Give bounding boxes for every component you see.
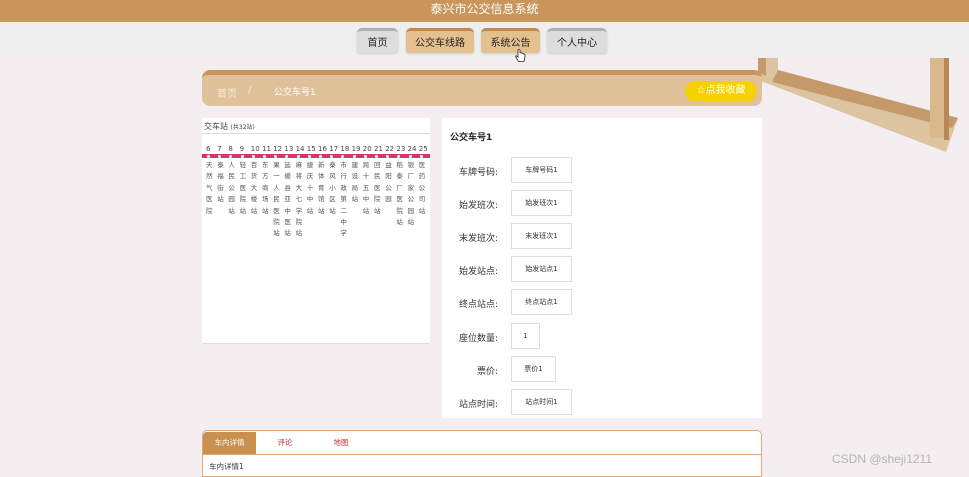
tab-map[interactable]: 地图 xyxy=(320,432,362,454)
route-line xyxy=(202,154,430,158)
stop-number: 24 xyxy=(407,145,417,153)
stop-name[interactable]: 捷庆十中站 xyxy=(307,160,314,217)
stop-name[interactable]: 延缓县亚中医站 xyxy=(284,160,291,240)
stop-number: 19 xyxy=(351,145,361,153)
field-value-box: 票价1 xyxy=(511,355,556,382)
stop-number: 8 xyxy=(228,145,233,153)
field-value-box: 终点站点1 xyxy=(511,289,572,316)
stop-name[interactable]: 益阳公园 xyxy=(385,160,392,206)
field-value-box: 末发班次1 xyxy=(511,223,572,250)
breadcrumb-current: 公交车号1 xyxy=(274,88,316,98)
stop-name[interactable]: 东方商场站 xyxy=(262,160,269,217)
stop-name[interactable]: 回民医院站 xyxy=(374,160,381,217)
stop-name[interactable]: 秦风小区站 xyxy=(329,160,336,217)
tab-content-text: 车内详情1 xyxy=(209,462,244,471)
watermark: CSDN @sheji1211 xyxy=(832,452,933,466)
stop-dot xyxy=(251,155,255,158)
stop-name[interactable]: 银厂家公园站 xyxy=(408,160,415,228)
stop-number: 20 xyxy=(362,145,372,153)
breadcrumb-home-link[interactable]: 首页 xyxy=(217,85,237,100)
stop-number: 18 xyxy=(340,145,350,153)
hand-cursor-icon xyxy=(515,49,526,62)
stop-dot xyxy=(240,155,244,158)
stop-number: 6 xyxy=(206,145,211,153)
stop-number: 9 xyxy=(239,145,245,153)
field-label: 票价: xyxy=(476,366,498,377)
stop-dot xyxy=(263,155,266,158)
stop-dot xyxy=(352,155,356,158)
stop-name[interactable]: 建设局站 xyxy=(352,160,359,206)
nav-personal-center-button[interactable]: 个人中心 xyxy=(547,28,607,53)
stop-number: 12 xyxy=(273,145,283,153)
stop-dot xyxy=(307,155,311,158)
stop-name[interactable]: 人民公园站 xyxy=(228,160,235,217)
stop-name[interactable]: 天然气医院 xyxy=(206,160,213,217)
field-value-box: 1 xyxy=(511,322,540,349)
stop-number: 25 xyxy=(418,145,428,153)
app-title-bar: 泰兴市公交信息系统 xyxy=(0,0,969,22)
stop-dot xyxy=(319,155,322,158)
field-label: 始发班次: xyxy=(458,201,498,212)
field-value-box: 车牌号码1 xyxy=(511,157,572,183)
stop-number: 13 xyxy=(284,145,294,153)
stop-dot xyxy=(408,155,412,158)
favorite-button[interactable]: ☆点我收藏 xyxy=(685,81,757,101)
decorative-shelf-image xyxy=(758,58,958,152)
stop-name[interactable]: 新体育馆站 xyxy=(318,160,325,217)
divider xyxy=(203,454,761,455)
field-label: 站点时间: xyxy=(458,399,498,410)
stop-name[interactable]: 稻泰厂医院站 xyxy=(396,160,403,228)
stop-number: 16 xyxy=(318,145,327,153)
field-label: 车牌号码: xyxy=(458,168,498,178)
detail-tabs-panel: 车内详情 评论 地图 车内详情1 xyxy=(202,430,762,477)
divider xyxy=(202,133,430,134)
stop-number: 7 xyxy=(217,145,222,153)
route-stop-count: (共32站) xyxy=(230,124,255,131)
breadcrumb-separator: / xyxy=(248,85,252,96)
stop-name[interactable]: 轻工医院站 xyxy=(240,160,247,217)
breadcrumb: 首页 / 公交车号1 ☆点我收藏 xyxy=(202,70,762,106)
tab-comments[interactable]: 评论 xyxy=(263,432,307,454)
stop-name[interactable]: 泰福街站 xyxy=(217,160,224,206)
stop-name[interactable]: 市行政第二中学 xyxy=(340,160,347,240)
stop-dot xyxy=(419,155,423,158)
nav-home-button[interactable]: 首页 xyxy=(357,28,398,53)
route-panel-title: 交车站 (共32站) xyxy=(204,121,255,132)
main-nav: 首页 公交车线路 系统公告 个人中心 xyxy=(0,22,969,58)
field-label: 座位数量: xyxy=(458,333,498,344)
stop-number: 22 xyxy=(385,145,395,153)
route-title-text: 交车站 xyxy=(204,122,228,131)
stop-name[interactable]: 果一人民医院站 xyxy=(273,160,280,240)
stop-number: 15 xyxy=(306,145,316,153)
stop-name[interactable]: 百货大楼站 xyxy=(251,160,258,217)
stop-number: 10 xyxy=(250,145,260,153)
stop-dot xyxy=(207,155,210,158)
stop-number: 17 xyxy=(329,145,339,153)
stop-name[interactable]: 医药公司站 xyxy=(419,160,426,217)
detail-title: 公交车号1 xyxy=(450,133,493,143)
stop-dot xyxy=(363,155,367,158)
route-stops-panel: 交车站 (共32站) 6 天然气医院 7 泰福街站 8 人民公园站 9 轻工医院站 10 百货大楼… xyxy=(202,118,430,344)
field-label: 末发班次: xyxy=(458,234,498,245)
stop-number: 11 xyxy=(262,145,271,153)
bus-detail-panel: 公交车号1 车牌号码: 车牌号码1 始发班次: 始发班次1 末发班次: 末发班次1 始发站点… xyxy=(442,118,762,418)
field-label: 终点站点: xyxy=(458,300,498,311)
stop-number: 21 xyxy=(374,145,383,153)
field-value-box: 站点时间1 xyxy=(511,388,572,415)
nav-bus-routes-button[interactable]: 公交车线路 xyxy=(406,28,474,53)
field-value-box: 始发站点1 xyxy=(511,256,572,283)
stop-dot xyxy=(375,155,378,158)
stop-name[interactable]: 麻将大七学院站 xyxy=(296,160,303,240)
tab-interior-details[interactable]: 车内详情 xyxy=(203,432,256,454)
field-label: 始发站点: xyxy=(458,267,498,278)
stop-number: 14 xyxy=(295,145,305,153)
stop-number: 23 xyxy=(396,145,406,153)
stop-dot xyxy=(296,155,300,158)
app-title: 泰兴市公交信息系统 xyxy=(430,2,539,16)
stop-name[interactable]: 跨十五中站 xyxy=(363,160,370,217)
field-value-box: 始发班次1 xyxy=(511,190,572,217)
nav-announcements-button[interactable]: 系统公告 xyxy=(481,28,540,53)
